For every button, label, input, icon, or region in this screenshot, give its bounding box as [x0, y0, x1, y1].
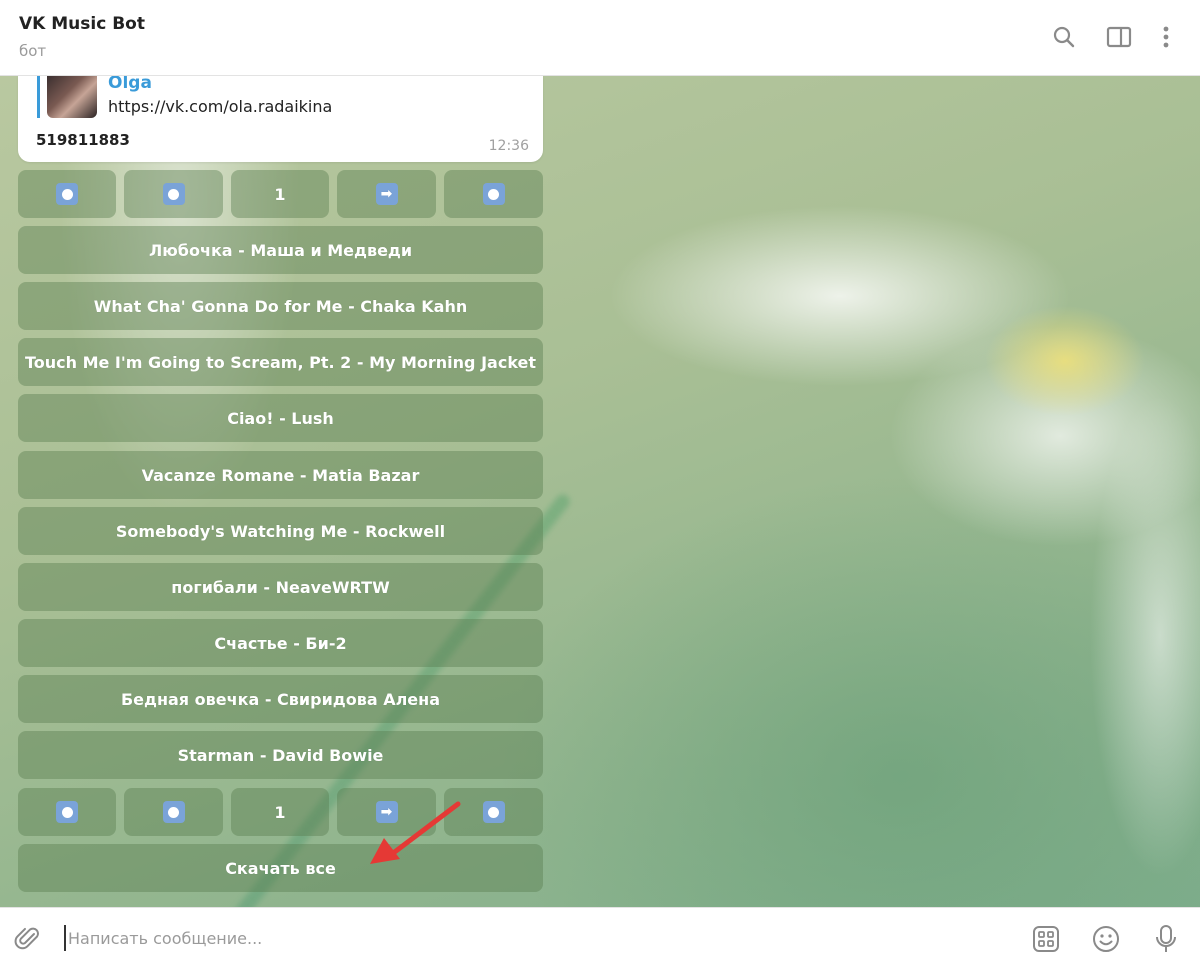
chat-title[interactable]: VK Music Bot [19, 14, 145, 34]
track-button[interactable]: Vacanze Romane - Matia Bazar [18, 451, 543, 499]
reply-link[interactable]: https://vk.com/ola.radaikina [108, 97, 332, 116]
nav-page-button[interactable]: 1 [231, 170, 329, 218]
nav-prev-button[interactable] [124, 170, 223, 218]
text-caret [64, 925, 66, 951]
right-arrow-emoji-icon: ➡ [375, 183, 398, 205]
nav-prev-button-bottom[interactable] [124, 788, 223, 836]
track-button[interactable]: What Cha' Gonna Do for Me - Chaka Kahn [18, 282, 543, 330]
track-button[interactable]: Ciao! - Lush [18, 394, 543, 442]
right-arrow-emoji-icon: ➡ [375, 801, 398, 823]
sidebar-toggle-icon[interactable] [1104, 22, 1134, 52]
reply-accent-bar [37, 76, 40, 118]
message-time: 12:36 [488, 138, 529, 154]
reply-author: Olga [108, 76, 152, 93]
nav-last-button[interactable] [444, 170, 543, 218]
stop-button-emoji-icon [482, 183, 505, 205]
avatar [47, 76, 97, 118]
stop-button-emoji-icon [56, 183, 78, 205]
nav-next-button-bottom[interactable]: ➡ [337, 788, 436, 836]
attach-icon[interactable] [12, 923, 44, 955]
bot-commands-icon[interactable] [1030, 923, 1062, 955]
chat-subtitle: бот [19, 42, 47, 60]
download-all-button[interactable]: Скачать все [18, 844, 543, 892]
track-button[interactable]: Любочка - Маша и Медведи [18, 226, 543, 274]
chat-header: VK Music Bot бот [0, 0, 1200, 76]
search-icon[interactable] [1049, 22, 1079, 52]
more-vert-icon[interactable] [1151, 22, 1181, 52]
page-number-label: 1 [274, 802, 286, 822]
nav-next-button[interactable]: ➡ [337, 170, 436, 218]
track-button[interactable]: Starman - David Bowie [18, 731, 543, 779]
message-text: 519811883 [36, 131, 130, 149]
message-input[interactable] [68, 922, 1008, 954]
stop-button-emoji-icon [162, 183, 185, 205]
page-number-label: 1 [274, 184, 286, 204]
chat-area[interactable]: Olga https://vk.com/ola.radaikina 519811… [0, 76, 1200, 907]
emoji-icon[interactable] [1090, 923, 1122, 955]
nav-first-button[interactable] [18, 170, 116, 218]
track-button[interactable]: Счастье - Би-2 [18, 619, 543, 667]
track-button[interactable]: погибали - NeaveWRTW [18, 563, 543, 611]
microphone-icon[interactable] [1150, 923, 1182, 955]
nav-first-button-bottom[interactable] [18, 788, 116, 836]
message-composer [0, 907, 1200, 968]
message-bubble[interactable]: Olga https://vk.com/ola.radaikina 519811… [18, 76, 543, 162]
track-button[interactable]: Touch Me I'm Going to Scream, Pt. 2 - My… [18, 338, 543, 386]
stop-button-emoji-icon [56, 801, 78, 823]
track-button[interactable]: Somebody's Watching Me - Rockwell [18, 507, 543, 555]
stop-button-emoji-icon [482, 801, 505, 823]
track-button[interactable]: Бедная овечка - Свиридова Алена [18, 675, 543, 723]
stop-button-emoji-icon [162, 801, 185, 823]
nav-page-button-bottom[interactable]: 1 [231, 788, 329, 836]
nav-last-button-bottom[interactable] [444, 788, 543, 836]
